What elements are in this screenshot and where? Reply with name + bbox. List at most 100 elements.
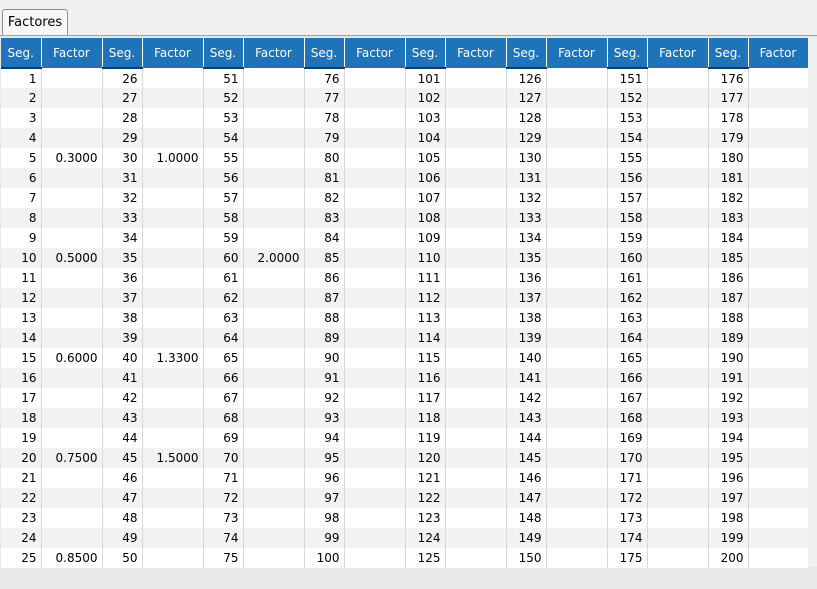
factor-cell[interactable] [647,448,709,468]
factor-cell[interactable] [445,148,507,168]
factor-cell[interactable] [142,248,204,268]
factor-cell[interactable] [344,88,406,108]
factor-cell[interactable] [546,128,608,148]
factor-cell[interactable] [546,188,608,208]
factor-cell[interactable] [748,508,809,528]
factor-cell[interactable] [142,528,204,548]
factor-cell[interactable] [445,208,507,228]
factor-cell[interactable] [142,508,204,528]
factor-cell[interactable] [344,508,406,528]
factor-cell[interactable] [41,268,103,288]
factor-cell[interactable] [546,308,608,328]
factor-cell[interactable] [344,328,406,348]
factor-cell[interactable] [647,168,709,188]
factor-cell[interactable] [445,388,507,408]
column-header-seg[interactable]: Seg. [708,38,749,69]
factor-cell[interactable] [445,308,507,328]
factor-cell[interactable] [445,288,507,308]
factor-cell[interactable] [445,268,507,288]
column-header-seg[interactable]: Seg. [607,38,648,69]
factor-cell[interactable] [243,148,305,168]
factor-cell[interactable] [647,288,709,308]
factor-cell[interactable]: 0.6000 [41,348,103,368]
factor-cell[interactable] [243,528,305,548]
column-header-seg[interactable]: Seg. [1,38,42,69]
factor-cell[interactable] [344,468,406,488]
factor-cell[interactable] [142,488,204,508]
factor-cell[interactable] [445,408,507,428]
factor-cell[interactable] [647,108,709,128]
factor-cell[interactable] [748,88,809,108]
factor-cell[interactable] [243,328,305,348]
factor-cell[interactable] [344,288,406,308]
factor-cell[interactable] [647,488,709,508]
factor-cell[interactable] [445,448,507,468]
factor-cell[interactable] [647,308,709,328]
factor-cell[interactable] [748,228,809,248]
factor-cell[interactable] [41,388,103,408]
column-header-factor[interactable]: Factor [142,38,204,68]
factor-cell[interactable] [41,68,103,88]
factor-cell[interactable] [748,408,809,428]
factor-cell[interactable] [445,128,507,148]
factor-cell[interactable] [243,208,305,228]
factor-cell[interactable] [41,508,103,528]
factor-cell[interactable] [546,428,608,448]
factor-cell[interactable] [748,168,809,188]
factor-cell[interactable] [748,128,809,148]
factor-cell[interactable] [748,548,809,568]
factor-cell[interactable] [344,308,406,328]
factor-cell[interactable] [647,428,709,448]
factor-cell[interactable] [344,148,406,168]
factor-cell[interactable] [344,428,406,448]
factor-cell[interactable] [647,148,709,168]
factor-cell[interactable] [748,428,809,448]
column-header-seg[interactable]: Seg. [102,38,143,69]
factor-cell[interactable] [41,288,103,308]
factor-cell[interactable] [41,488,103,508]
factor-cell[interactable] [142,228,204,248]
factor-cell[interactable] [344,248,406,268]
factor-cell[interactable] [748,488,809,508]
factor-cell[interactable] [647,268,709,288]
factor-cell[interactable] [647,128,709,148]
factor-cell[interactable] [344,348,406,368]
factor-cell[interactable] [344,528,406,548]
factor-cell[interactable] [546,408,608,428]
factor-cell[interactable] [41,88,103,108]
factor-cell[interactable] [546,468,608,488]
factor-cell[interactable] [344,268,406,288]
column-header-factor[interactable]: Factor [445,38,507,68]
column-header-factor[interactable]: Factor [243,38,305,68]
factor-cell[interactable] [243,88,305,108]
factor-cell[interactable] [445,428,507,448]
factor-cell[interactable] [142,88,204,108]
factor-cell[interactable] [344,408,406,428]
factor-cell[interactable] [445,68,507,88]
factor-cell[interactable] [243,448,305,468]
factor-cell[interactable] [748,288,809,308]
factor-cell[interactable] [344,188,406,208]
factor-cell[interactable] [41,328,103,348]
factor-cell[interactable] [445,228,507,248]
factor-cell[interactable] [243,348,305,368]
factor-cell[interactable] [445,368,507,388]
factor-cell[interactable] [41,188,103,208]
factor-cell[interactable] [344,208,406,228]
factor-cell[interactable] [445,468,507,488]
factor-cell[interactable] [748,368,809,388]
factor-cell[interactable] [647,368,709,388]
factor-cell[interactable] [647,88,709,108]
factor-cell[interactable] [344,128,406,148]
column-header-factor[interactable]: Factor [41,38,103,68]
factor-cell[interactable] [647,328,709,348]
column-header-factor[interactable]: Factor [647,38,709,68]
factor-cell[interactable] [243,428,305,448]
factor-cell[interactable] [142,268,204,288]
factor-cell[interactable] [546,328,608,348]
column-header-seg[interactable]: Seg. [506,38,547,69]
factor-cell[interactable] [748,208,809,228]
factor-cell[interactable] [142,368,204,388]
factor-cell[interactable] [41,168,103,188]
factor-cell[interactable] [41,408,103,428]
